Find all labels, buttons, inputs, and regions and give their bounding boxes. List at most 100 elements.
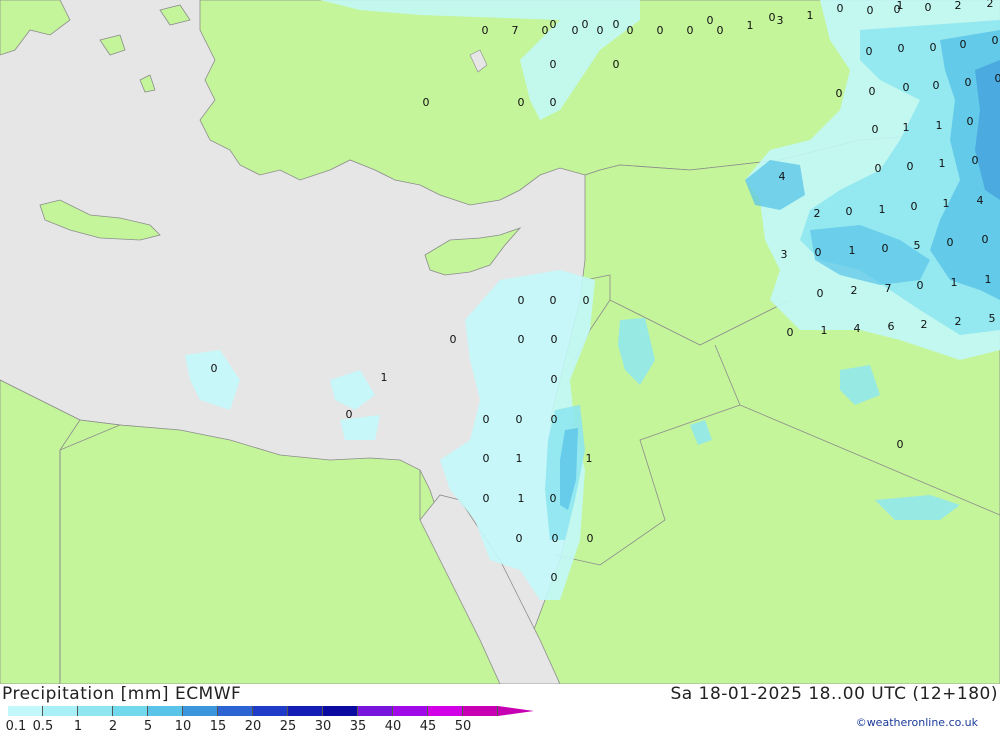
- scale-swatch: [323, 706, 358, 716]
- value-label: 0: [967, 115, 974, 128]
- scale-swatch: [43, 706, 78, 716]
- value-label: 0: [687, 24, 694, 37]
- value-label: 1: [849, 244, 856, 257]
- scale-label: 15: [210, 719, 227, 734]
- value-label: 0: [717, 24, 724, 37]
- value-label: 1: [381, 371, 388, 384]
- value-label: 1: [518, 492, 525, 505]
- value-label: 0: [582, 18, 589, 31]
- value-label: 0: [550, 492, 557, 505]
- value-label: 0: [769, 11, 776, 24]
- value-label: 1: [951, 276, 958, 289]
- value-label: 1: [807, 9, 814, 22]
- value-label: 0: [518, 96, 525, 109]
- value-label: 0: [550, 96, 557, 109]
- value-label: 0: [995, 72, 1000, 85]
- value-label: 4: [977, 194, 984, 207]
- value-label: 0: [836, 87, 843, 100]
- value-label: 2: [851, 284, 858, 297]
- scale-swatch: [358, 706, 393, 716]
- value-label: 0: [346, 408, 353, 421]
- scale-label: 25: [280, 719, 297, 734]
- value-label: 0: [907, 160, 914, 173]
- value-label: 1: [985, 273, 992, 286]
- value-label: 0: [875, 162, 882, 175]
- scale-label: 5: [144, 719, 152, 734]
- value-label: 4: [854, 322, 861, 335]
- value-label: 0: [867, 4, 874, 17]
- value-label: 0: [572, 24, 579, 37]
- value-label: 0: [613, 58, 620, 71]
- value-label: 0: [817, 287, 824, 300]
- scale-label: 20: [245, 719, 262, 734]
- value-label: 0: [516, 413, 523, 426]
- precipitation-map[interactable]: 0000000000000000000100000011010000000000…: [0, 0, 1000, 684]
- value-label: 0: [613, 18, 620, 31]
- value-label: 0: [960, 38, 967, 51]
- value-label: 0: [211, 362, 218, 375]
- value-label: 0: [552, 532, 559, 545]
- scale-swatch: [8, 706, 43, 716]
- footer: Precipitation [mm] ECMWF Sa 18-01-2025 1…: [0, 684, 1000, 733]
- scale-label: 0.5: [33, 719, 54, 734]
- value-label: 0: [982, 233, 989, 246]
- value-label: 0: [551, 413, 558, 426]
- value-label: 0: [965, 76, 972, 89]
- value-label: 0: [930, 41, 937, 54]
- value-label: 2: [987, 0, 994, 10]
- scale-swatch: [288, 706, 323, 716]
- value-label: 0: [917, 279, 924, 292]
- scale-swatch: [393, 706, 428, 716]
- value-label: 2: [921, 318, 928, 331]
- value-label: 1: [747, 19, 754, 32]
- value-label: 0: [872, 123, 879, 136]
- value-label: 0: [903, 81, 910, 94]
- value-label: 2: [955, 0, 962, 12]
- value-label: 0: [815, 246, 822, 259]
- value-label: 0: [657, 24, 664, 37]
- value-label: 0: [583, 294, 590, 307]
- value-label: 7: [885, 282, 892, 295]
- value-label: 3: [781, 248, 788, 261]
- value-label: 0: [898, 42, 905, 55]
- value-label: 0: [483, 492, 490, 505]
- value-label: 0: [837, 2, 844, 15]
- map-title: Precipitation [mm] ECMWF: [2, 684, 241, 704]
- value-label: 0: [787, 326, 794, 339]
- value-label: 0: [551, 333, 558, 346]
- value-label: 5: [914, 239, 921, 252]
- scale-swatch: [78, 706, 113, 716]
- value-label: 0: [423, 96, 430, 109]
- value-label: 6: [888, 320, 895, 333]
- value-label: 1: [879, 203, 886, 216]
- value-label: 0: [882, 242, 889, 255]
- value-label: 0: [911, 200, 918, 213]
- value-label: 0: [450, 333, 457, 346]
- value-label: 0: [550, 294, 557, 307]
- scale-label: 2: [109, 719, 117, 734]
- value-label: 3: [777, 14, 784, 27]
- value-label: 0: [925, 1, 932, 14]
- scale-arrow-icon: [498, 706, 534, 716]
- value-label: 1: [586, 452, 593, 465]
- value-label: 0: [518, 333, 525, 346]
- scale-swatch: [183, 706, 218, 716]
- scale-label: 50: [455, 719, 472, 734]
- scale-label: 35: [350, 719, 367, 734]
- value-label: 0: [550, 18, 557, 31]
- scale-label: 1: [74, 719, 82, 734]
- value-label: 0: [483, 452, 490, 465]
- value-label: 1: [943, 197, 950, 210]
- value-label: 0: [482, 24, 489, 37]
- value-label: 0: [516, 532, 523, 545]
- value-label: 1: [897, 0, 904, 12]
- scale-swatch: [253, 706, 288, 716]
- value-label: 0: [542, 24, 549, 37]
- value-label: 1: [903, 121, 910, 134]
- value-label: 5: [989, 312, 996, 325]
- scale-label: 0.1: [6, 719, 27, 734]
- value-label: 0: [897, 438, 904, 451]
- value-label: 0: [518, 294, 525, 307]
- value-label: 0: [846, 205, 853, 218]
- credit-link[interactable]: ©weatheronline.co.uk: [856, 716, 978, 729]
